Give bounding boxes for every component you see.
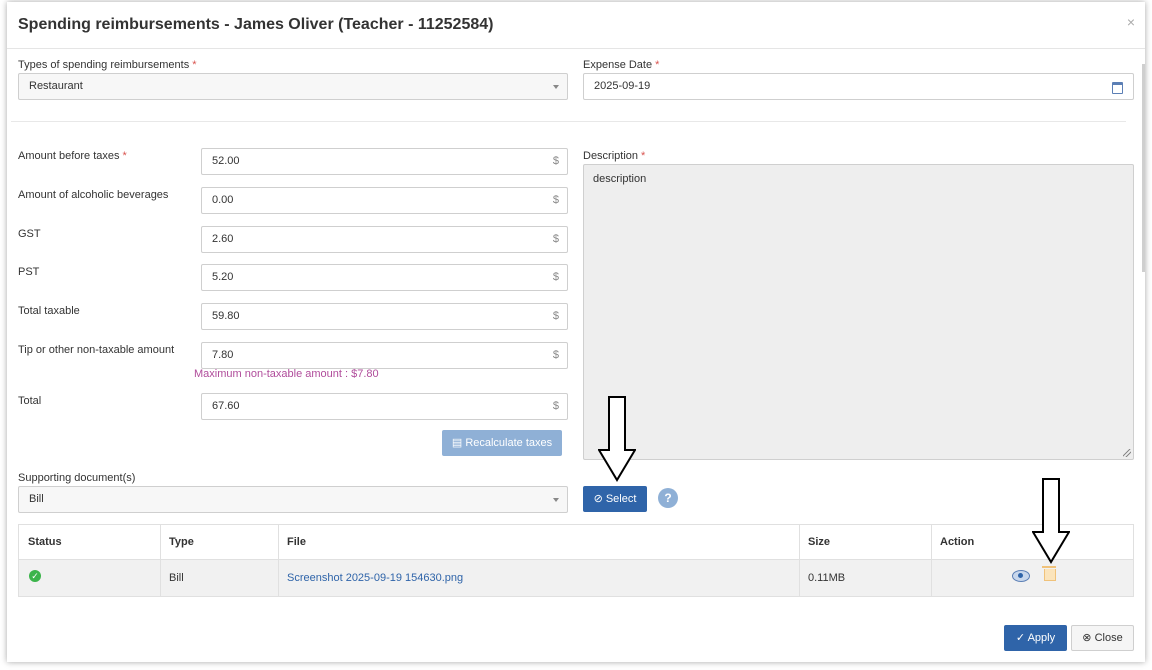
eye-icon[interactable] (1012, 570, 1030, 582)
close-circle-icon: ⊗ (1082, 632, 1095, 644)
resize-handle-icon[interactable] (1123, 449, 1131, 457)
tip-input[interactable]: 7.80 $ (201, 342, 568, 369)
total-input[interactable]: 67.60 $ (201, 393, 568, 420)
column-divider (160, 525, 161, 596)
header-status: Status (19, 525, 160, 560)
trash-icon[interactable] (1042, 566, 1056, 581)
type-select[interactable]: Restaurant (18, 73, 568, 100)
close-button[interactable]: ⊗ Close (1071, 625, 1134, 651)
supporting-docs-label: Supporting document(s) (18, 472, 136, 484)
row-type: Bill (160, 560, 278, 596)
alcohol-amount-label: Amount of alcoholic beverages (18, 189, 169, 201)
gst-label: GST (18, 228, 41, 240)
arrow-down-icon (1032, 478, 1070, 564)
amount-before-taxes-label: Amount before taxes * (18, 150, 127, 162)
column-divider (799, 525, 800, 596)
row-file: Screenshot 2025-09-19 154630.png (278, 560, 799, 596)
gst-input[interactable]: 2.60 $ (201, 226, 568, 253)
check-icon: ✓ (1015, 632, 1028, 644)
help-icon[interactable]: ? (658, 488, 678, 508)
tip-label: Tip or other non-taxable amount (18, 344, 175, 356)
chevron-down-icon (553, 498, 559, 502)
row-action (931, 560, 1133, 596)
paperclip-icon: ⊘ (593, 493, 606, 505)
header-size: Size (799, 525, 931, 560)
total-label: Total (18, 395, 42, 407)
dollar-icon: $ (552, 400, 559, 412)
type-label: Types of spending reimbursements * (18, 59, 197, 71)
date-label: Expense Date * (583, 59, 660, 71)
documents-table: Status Type File Size Action ✓ Bill Scre… (18, 524, 1134, 597)
divider (11, 121, 1126, 122)
chevron-down-icon (553, 85, 559, 89)
apply-button[interactable]: ✓ Apply (1004, 625, 1067, 651)
arrow-down-icon (598, 396, 636, 482)
calendar-icon[interactable] (1112, 82, 1123, 94)
modal-header: Spending reimbursements - James Oliver (… (7, 2, 1145, 49)
max-non-taxable-hint: Maximum non-taxable amount : $7.80 (194, 368, 379, 380)
row-size: 0.11MB (799, 560, 931, 596)
dollar-icon: $ (552, 310, 559, 322)
calculator-icon: ▤ (451, 437, 466, 449)
select-file-button[interactable]: ⊘ Select (583, 486, 647, 512)
row-status: ✓ (19, 560, 160, 596)
amount-before-taxes-input[interactable]: 52.00 $ (201, 148, 568, 175)
close-x-icon[interactable]: × (1127, 14, 1135, 30)
alcohol-amount-input[interactable]: 0.00 $ (201, 187, 568, 214)
file-link[interactable]: Screenshot 2025-09-19 154630.png (287, 572, 463, 584)
header-type: Type (160, 525, 278, 560)
column-divider (278, 525, 279, 596)
dollar-icon: $ (552, 194, 559, 206)
scrollbar[interactable] (1142, 64, 1145, 272)
description-textarea[interactable]: description (583, 164, 1134, 460)
pst-label: PST (18, 266, 40, 278)
dollar-icon: $ (552, 233, 559, 245)
supporting-docs-select[interactable]: Bill (18, 486, 568, 513)
check-circle-icon: ✓ (29, 570, 41, 582)
dollar-icon: $ (552, 349, 559, 361)
total-taxable-input[interactable]: 59.80 $ (201, 303, 568, 330)
column-divider (931, 525, 932, 596)
dollar-icon: $ (552, 271, 559, 283)
modal-title: Spending reimbursements - James Oliver (… (18, 16, 494, 33)
total-taxable-label: Total taxable (18, 305, 80, 317)
header-file: File (278, 525, 799, 560)
description-label: Description * (583, 150, 646, 162)
dollar-icon: $ (552, 155, 559, 167)
recalculate-taxes-button[interactable]: ▤ Recalculate taxes (442, 430, 562, 456)
pst-input[interactable]: 5.20 $ (201, 264, 568, 291)
date-input[interactable]: 2025-09-19 (583, 73, 1134, 100)
